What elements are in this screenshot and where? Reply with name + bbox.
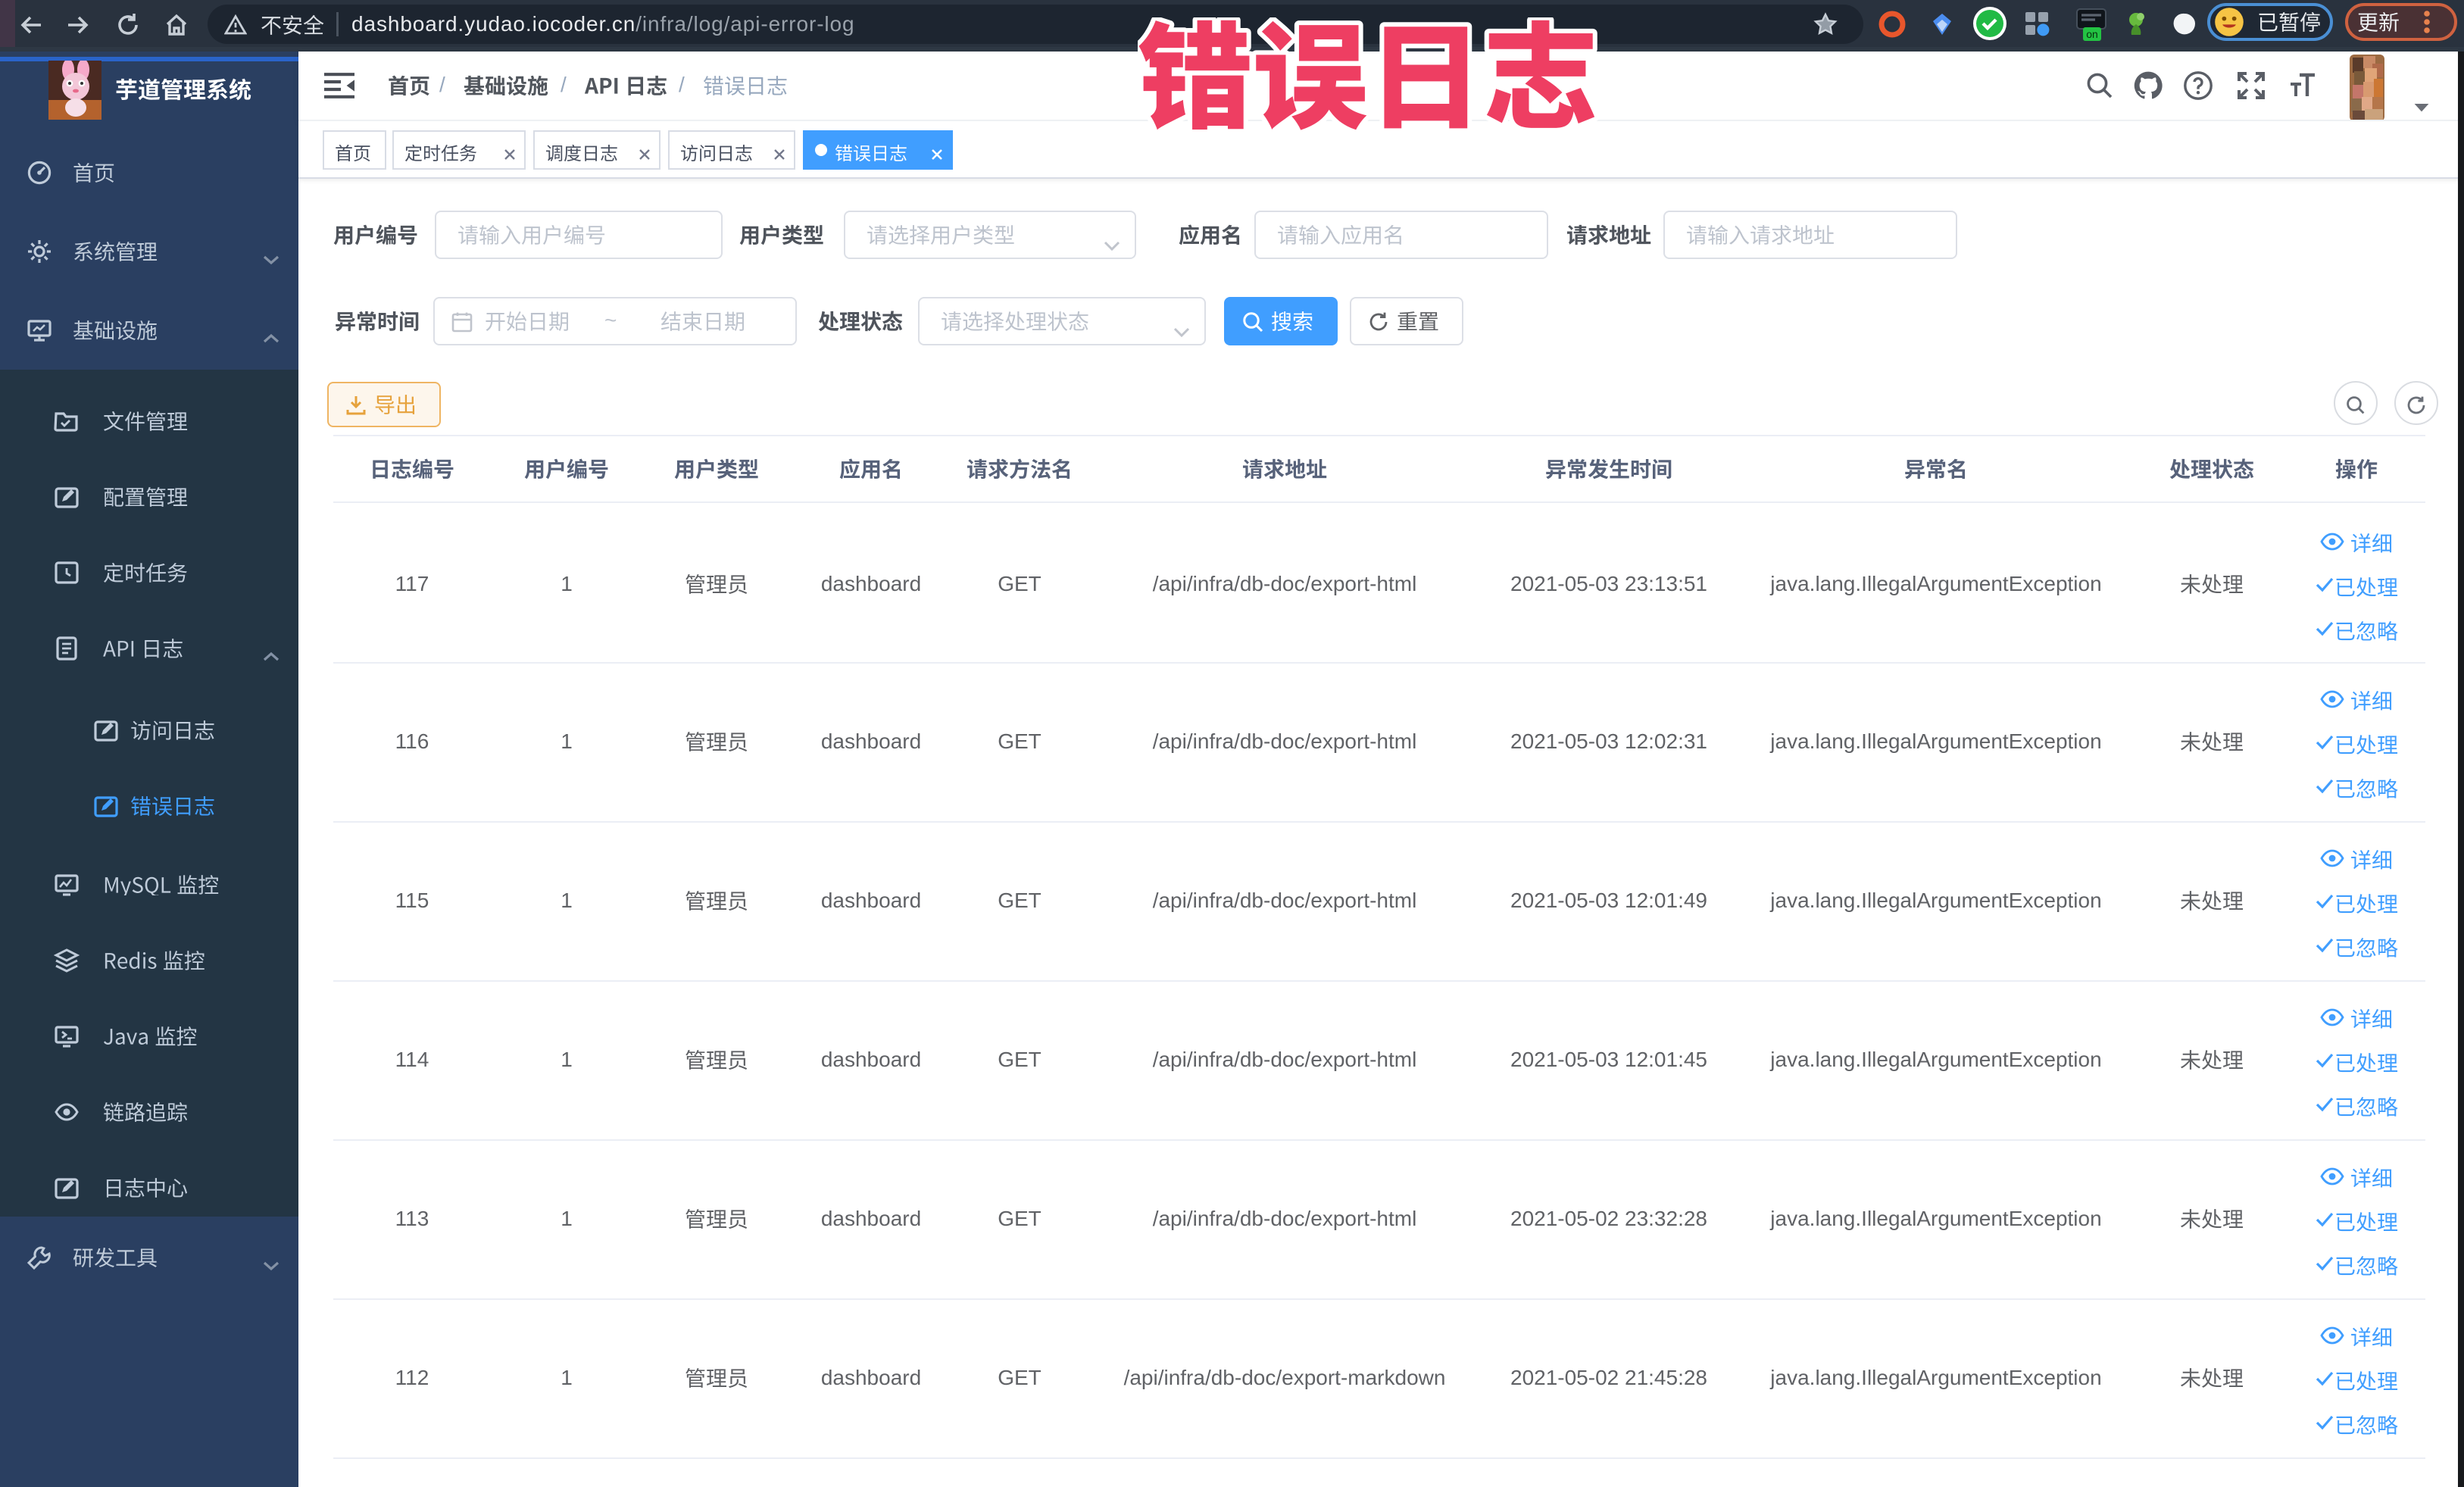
svg-text:on: on [2086, 28, 2098, 40]
